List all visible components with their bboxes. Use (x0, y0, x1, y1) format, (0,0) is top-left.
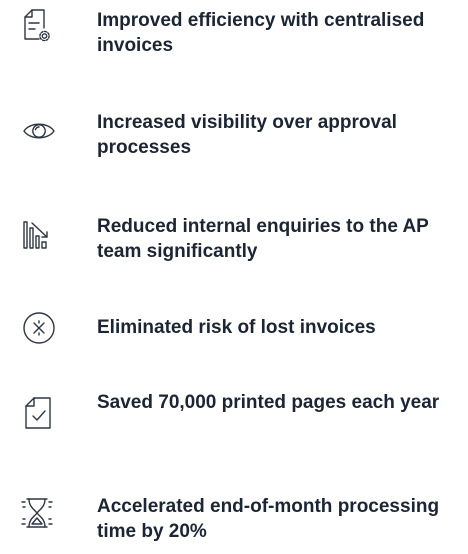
benefit-item-enquiries: Reduced internal enquiries to the AP tea… (0, 214, 468, 274)
benefit-text: Improved efficiency with centralised inv… (97, 10, 425, 56)
benefit-item-printed-pages: Saved 70,000 printed pages each year (0, 390, 468, 450)
eye-icon (22, 114, 56, 148)
benefit-item-lost-invoices: Eliminated risk of lost invoices (0, 310, 468, 370)
benefit-item-processing-time: Accelerated end-of-month processing time… (0, 494, 468, 554)
benefit-item-efficiency: Improved efficiency with centralised inv… (0, 0, 468, 60)
document-settings-icon (18, 8, 52, 42)
benefit-text: Saved 70,000 printed pages each year (97, 392, 440, 413)
cross-circle-icon (22, 311, 56, 345)
hourglass-icon (20, 496, 54, 530)
chart-bars-icon (18, 218, 52, 252)
benefits-list: Improved efficiency with centralised inv… (0, 0, 468, 546)
benefit-item-visibility: Increased visibility over approval proce… (0, 110, 468, 170)
benefit-text: Accelerated end-of-month processing time… (97, 496, 440, 542)
document-check-icon (22, 396, 56, 430)
benefit-text: Eliminated risk of lost invoices (97, 317, 376, 338)
benefit-text: Increased visibility over approval proce… (97, 112, 397, 158)
benefit-text: Reduced internal enquiries to the AP tea… (97, 216, 429, 262)
